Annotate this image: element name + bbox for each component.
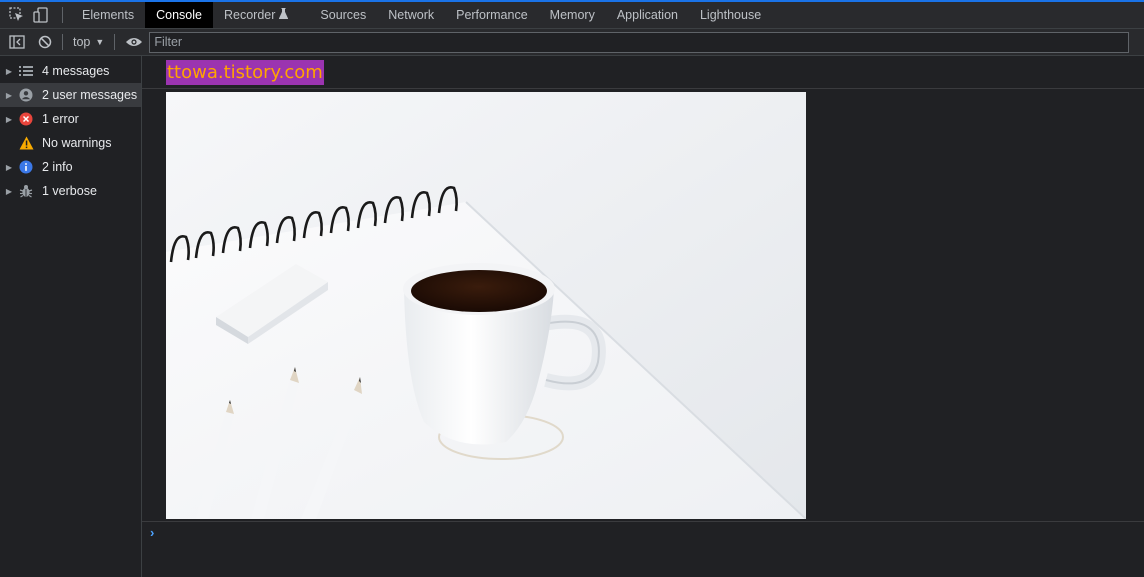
- toolbar-divider: [114, 34, 116, 50]
- context-selector[interactable]: top ▼: [69, 35, 108, 49]
- sidebar-item-label: 2 info: [42, 160, 73, 174]
- tab-label: Network: [388, 8, 435, 22]
- sidebar-toggle-icon[interactable]: [6, 31, 28, 53]
- bug-icon: [18, 183, 34, 199]
- tab-application[interactable]: Application: [606, 2, 689, 28]
- tab-label: Memory: [549, 8, 595, 22]
- error-icon: [18, 111, 34, 127]
- sidebar-item-label: 4 messages: [42, 64, 110, 78]
- context-label: top: [73, 35, 91, 49]
- tab-label: Elements: [82, 8, 135, 22]
- tab-label: Performance: [456, 8, 528, 22]
- console-messages: ttowa.tistory.com ›: [142, 56, 1144, 577]
- expand-arrow-icon[interactable]: ▶: [0, 187, 18, 196]
- tab-label: Lighthouse: [699, 8, 762, 22]
- expand-arrow-icon[interactable]: ▶: [0, 91, 18, 100]
- user-icon: [18, 87, 34, 103]
- coffee-notebook-illustration: [166, 92, 806, 519]
- sidebar-item-user-messages[interactable]: ▶ 2 user messages: [0, 83, 141, 107]
- sidebar-item-warnings[interactable]: No warnings: [0, 131, 141, 155]
- eye-icon[interactable]: [123, 31, 145, 53]
- tab-lighthouse[interactable]: Lighthouse: [689, 2, 772, 28]
- sidebar-item-messages[interactable]: ▶ 4 messages: [0, 59, 141, 83]
- inspect-element-icon[interactable]: [6, 2, 28, 28]
- console-toolbar: top ▼: [0, 29, 1144, 56]
- warning-icon: [18, 135, 34, 151]
- sidebar-item-label: 1 error: [42, 112, 79, 126]
- sidebar-item-errors[interactable]: ▶ 1 error: [0, 107, 141, 131]
- styled-log-text: ttowa.tistory.com: [166, 60, 324, 85]
- caret-down-icon: ▼: [95, 37, 105, 47]
- tab-label: Application: [616, 8, 678, 22]
- toolbar-divider: [62, 7, 63, 23]
- device-toolbar-icon[interactable]: [30, 2, 52, 28]
- expand-arrow-icon[interactable]: ▶: [0, 163, 18, 172]
- tab-console[interactable]: Console: [145, 2, 213, 28]
- flask-icon: [279, 8, 289, 22]
- devtools-tab-bar: Elements Console Recorder Sources Networ…: [0, 0, 1144, 29]
- toolbar-divider: [62, 34, 63, 50]
- info-icon: [18, 159, 34, 175]
- clear-console-icon[interactable]: [34, 31, 56, 53]
- tab-performance[interactable]: Performance: [445, 2, 539, 28]
- sidebar-item-label: No warnings: [42, 136, 112, 150]
- sidebar-item-label: 2 user messages: [42, 88, 138, 102]
- tab-memory[interactable]: Memory: [539, 2, 606, 28]
- console-log-image: [166, 92, 806, 519]
- tab-elements[interactable]: Elements: [71, 2, 145, 28]
- expand-arrow-icon[interactable]: ▶: [0, 115, 18, 124]
- tab-label: Recorder: [223, 8, 276, 22]
- console-prompt[interactable]: ›: [150, 525, 154, 540]
- console-log-message: ttowa.tistory.com: [142, 56, 1144, 89]
- sidebar-item-verbose[interactable]: ▶ 1 verbose: [0, 179, 141, 203]
- tab-label: Sources: [320, 8, 367, 22]
- list-icon: [18, 63, 34, 79]
- sidebar-item-info[interactable]: ▶ 2 info: [0, 155, 141, 179]
- console-sidebar: ▶ 4 messages ▶ 2 user messages ▶ 1 error…: [0, 56, 142, 577]
- sidebar-item-label: 1 verbose: [42, 184, 97, 198]
- tab-recorder[interactable]: Recorder: [213, 2, 299, 28]
- tab-sources[interactable]: Sources: [309, 2, 377, 28]
- message-divider: [142, 521, 1144, 522]
- expand-arrow-icon[interactable]: ▶: [0, 67, 18, 76]
- filter-input[interactable]: [149, 31, 1130, 53]
- tab-network[interactable]: Network: [377, 2, 445, 28]
- tab-label: Console: [156, 8, 202, 22]
